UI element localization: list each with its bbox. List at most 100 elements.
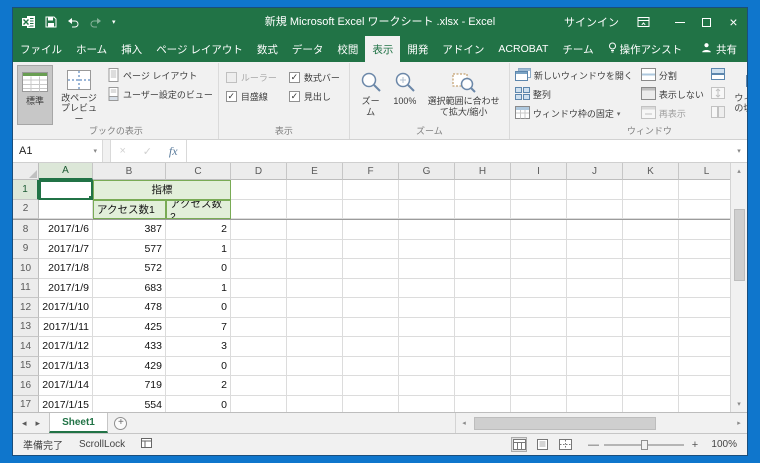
cell-L10[interactable] xyxy=(679,259,730,279)
scroll-lock-indicator[interactable]: ScrollLock xyxy=(79,439,125,450)
name-box[interactable]: A1 ▾ xyxy=(13,140,103,162)
cell-L9[interactable] xyxy=(679,239,730,259)
cell-K11[interactable] xyxy=(623,278,679,298)
cell-G15[interactable] xyxy=(399,356,455,376)
ribbon-tab-formulas[interactable]: 数式 xyxy=(250,36,285,62)
switch-windows-button[interactable]: ウィンドウの切り替え ▾ xyxy=(728,65,747,125)
cell-F13[interactable] xyxy=(343,317,399,337)
cell-K8[interactable] xyxy=(623,220,679,240)
vertical-scrollbar[interactable]: ▴ ▾ xyxy=(730,163,747,412)
cell-C2[interactable]: アクセス数2 xyxy=(166,199,231,219)
cell-E8[interactable] xyxy=(287,220,343,240)
cell-G16[interactable] xyxy=(399,376,455,396)
page-layout-button[interactable]: ページ レイアウト xyxy=(105,66,215,85)
cell-E9[interactable] xyxy=(287,239,343,259)
scroll-up-icon[interactable]: ▴ xyxy=(731,163,747,179)
col-header-E[interactable]: E xyxy=(287,163,343,180)
cell-F8[interactable] xyxy=(343,220,399,240)
cell-E14[interactable] xyxy=(287,337,343,357)
col-header-J[interactable]: J xyxy=(567,163,623,180)
cell-H12[interactable] xyxy=(455,298,511,318)
zoom-slider[interactable] xyxy=(604,439,684,450)
cell-F9[interactable] xyxy=(343,239,399,259)
cell-K16[interactable] xyxy=(623,376,679,396)
cell-I14[interactable] xyxy=(511,337,567,357)
cell-H17[interactable] xyxy=(455,395,511,412)
zoom-slider-thumb[interactable] xyxy=(641,439,648,450)
cell-J12[interactable] xyxy=(567,298,623,318)
cell-A17[interactable]: 2017/1/15 xyxy=(39,395,93,412)
row-header-10[interactable]: 10 xyxy=(13,259,39,279)
cell-A13[interactable]: 2017/1/11 xyxy=(39,317,93,337)
normal-view-button[interactable]: 標準 xyxy=(17,65,53,125)
cell-D8[interactable] xyxy=(231,220,287,240)
split-button[interactable]: 分割 xyxy=(639,66,706,85)
cell-A14[interactable]: 2017/1/12 xyxy=(39,337,93,357)
cell-D16[interactable] xyxy=(231,376,287,396)
cell-L1[interactable] xyxy=(679,180,730,200)
formula-bar-grip[interactable] xyxy=(103,140,111,162)
cell-E10[interactable] xyxy=(287,259,343,279)
cell-K2[interactable] xyxy=(623,199,679,219)
cell-B11[interactable]: 683 xyxy=(93,278,166,298)
synchronous-scrolling-button[interactable] xyxy=(708,85,728,104)
cell-L8[interactable] xyxy=(679,220,730,240)
col-header-A[interactable]: A xyxy=(39,163,93,180)
cell-J1[interactable] xyxy=(567,180,623,200)
cell-C13[interactable]: 7 xyxy=(166,317,231,337)
cell-L13[interactable] xyxy=(679,317,730,337)
cell-D10[interactable] xyxy=(231,259,287,279)
cell-A1[interactable] xyxy=(39,180,93,200)
cell-I13[interactable] xyxy=(511,317,567,337)
cell-B12[interactable]: 478 xyxy=(93,298,166,318)
cell-F12[interactable] xyxy=(343,298,399,318)
cell-H10[interactable] xyxy=(455,259,511,279)
cell-G14[interactable] xyxy=(399,337,455,357)
col-header-C[interactable]: C xyxy=(166,163,231,180)
cell-J14[interactable] xyxy=(567,337,623,357)
cell-I8[interactable] xyxy=(511,220,567,240)
macro-record-icon[interactable] xyxy=(141,438,153,451)
cell-E1[interactable] xyxy=(287,180,343,200)
cell-D9[interactable] xyxy=(231,239,287,259)
page-break-view-shortcut[interactable] xyxy=(557,437,573,452)
row-header-13[interactable]: 13 xyxy=(13,317,39,337)
cell-E13[interactable] xyxy=(287,317,343,337)
share-button[interactable]: 共有 xyxy=(691,36,747,62)
cell-D15[interactable] xyxy=(231,356,287,376)
excel-app-icon[interactable] xyxy=(22,15,36,29)
ribbon-tab-team[interactable]: チーム xyxy=(555,36,600,62)
cell-H8[interactable] xyxy=(455,220,511,240)
cell-L2[interactable] xyxy=(679,199,730,219)
cell-K14[interactable] xyxy=(623,337,679,357)
cell-H14[interactable] xyxy=(455,337,511,357)
col-header-H[interactable]: H xyxy=(455,163,511,180)
cell-D14[interactable] xyxy=(231,337,287,357)
view-side-by-side-button[interactable] xyxy=(708,66,728,85)
cell-K1[interactable] xyxy=(623,180,679,200)
redo-icon[interactable] xyxy=(89,17,103,28)
cell-B13[interactable]: 425 xyxy=(93,317,166,337)
gridlines-checkbox[interactable]: ✓ 目盛線 xyxy=(225,87,277,106)
close-button[interactable]: × xyxy=(720,8,747,36)
cell-B8[interactable]: 387 xyxy=(93,220,166,240)
cell-D13[interactable] xyxy=(231,317,287,337)
sheet-tab-Sheet1[interactable]: Sheet1 xyxy=(49,413,108,433)
cell-J16[interactable] xyxy=(567,376,623,396)
cell-E16[interactable] xyxy=(287,376,343,396)
scroll-right-icon[interactable]: ▸ xyxy=(731,419,747,427)
cell-I15[interactable] xyxy=(511,356,567,376)
ribbon-tab-tell-me[interactable]: 操作アシスト xyxy=(601,36,690,62)
cell-I10[interactable] xyxy=(511,259,567,279)
vertical-scroll-thumb[interactable] xyxy=(733,209,745,281)
scroll-left-icon[interactable]: ◂ xyxy=(456,419,472,427)
insert-function-icon[interactable]: fx xyxy=(169,144,178,159)
undo-icon[interactable] xyxy=(66,17,80,28)
minimize-button[interactable] xyxy=(666,8,693,36)
cell-A10[interactable]: 2017/1/8 xyxy=(39,259,93,279)
zoom-level[interactable]: 100% xyxy=(707,439,737,450)
cancel-entry-icon[interactable]: × xyxy=(119,145,125,157)
cell-E17[interactable] xyxy=(287,395,343,412)
cell-H9[interactable] xyxy=(455,239,511,259)
zoom-100-button[interactable]: 100% xyxy=(388,65,421,125)
